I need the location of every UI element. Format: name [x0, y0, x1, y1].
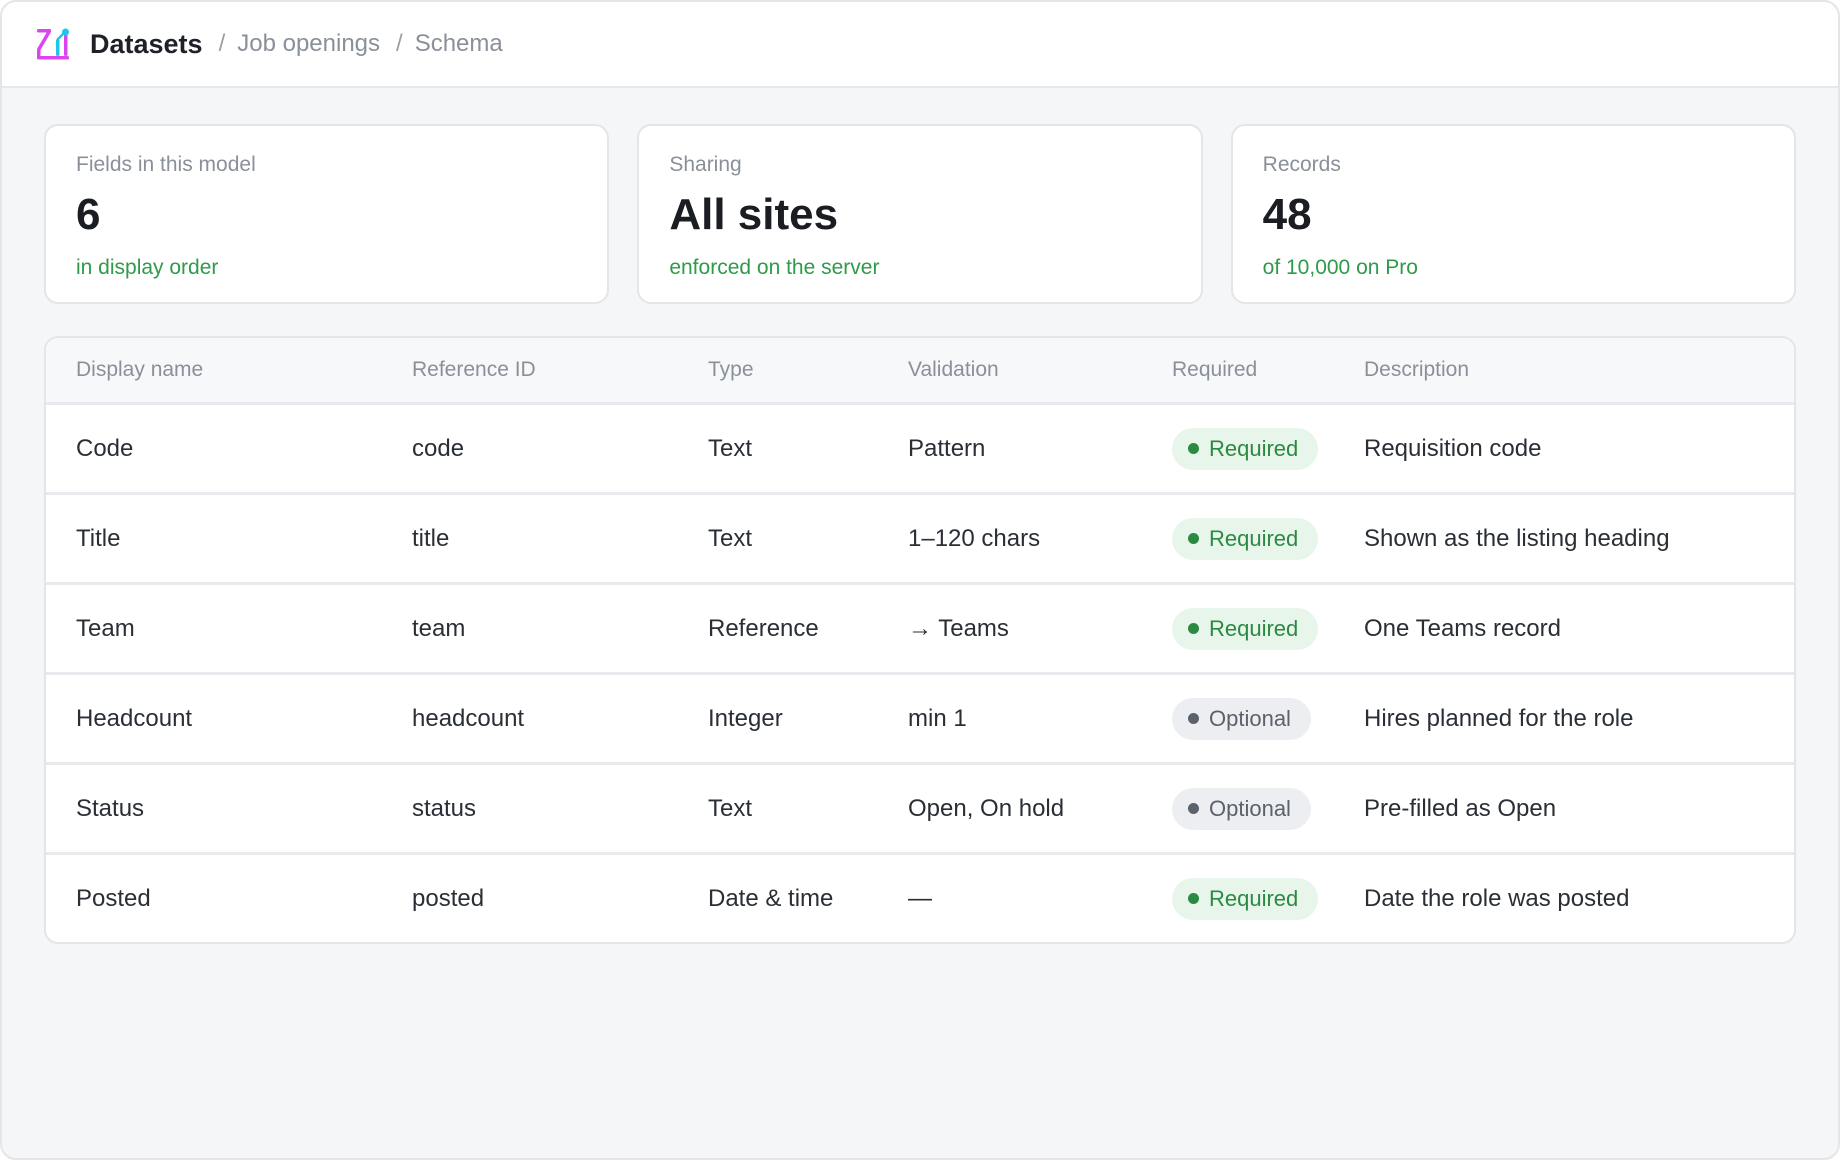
field-validation: Open, On hold: [908, 794, 1065, 822]
main-content: Fields in this model 6 in display order …: [2, 88, 1838, 944]
field-description: One Teams record: [1364, 614, 1561, 642]
table-body: Code code Text Pattern Required Requisition c…: [46, 402, 1794, 942]
required-status-label: Required: [1209, 885, 1299, 911]
required-status-badge: Required: [1172, 607, 1319, 650]
top-bar: Datasets / Job openings / Schema: [2, 2, 1838, 88]
stat-value: 48: [1262, 190, 1312, 239]
column-header-reference-id: Reference ID: [412, 358, 536, 381]
stat-label: Records: [1262, 153, 1341, 176]
stat-card-records: Records 48 of 10,000 on Pro: [1230, 124, 1796, 304]
field-display-name: Code: [76, 434, 134, 462]
status-dot-icon: [1188, 713, 1199, 724]
field-type: Text: [708, 794, 753, 822]
field-reference-id: title: [412, 524, 450, 552]
field-type: Integer: [708, 704, 783, 732]
required-status-badge: Required: [1172, 877, 1319, 920]
field-required: Required: [1142, 427, 1334, 470]
breadcrumb-schema: Schema: [414, 30, 503, 57]
column-header-validation: Validation: [908, 358, 999, 381]
breadcrumb-separator: /: [218, 30, 226, 57]
table-header-row: Display name Reference ID Type Validatio…: [46, 338, 1794, 402]
datasets-logo-icon: [37, 28, 69, 60]
stat-value: All sites: [669, 190, 839, 239]
field-reference-id: headcount: [412, 704, 525, 732]
status-dot-icon: [1188, 533, 1199, 544]
breadcrumb-job-openings[interactable]: Job openings: [237, 30, 380, 58]
field-description: Pre-filled as Open: [1364, 794, 1557, 822]
field-reference-id: code: [412, 434, 465, 462]
field-reference-id: team: [412, 614, 466, 642]
required-status-label: Required: [1209, 525, 1299, 551]
required-status-badge: Optional: [1172, 697, 1311, 740]
required-status-badge: Required: [1172, 427, 1319, 470]
status-dot-icon: [1188, 623, 1199, 634]
field-required: Required: [1142, 607, 1334, 650]
column-header-display-name: Display name: [76, 358, 204, 381]
field-display-name: Headcount: [76, 704, 193, 732]
required-status-badge: Optional: [1172, 787, 1311, 830]
breadcrumb-separator: /: [396, 30, 403, 57]
stat-label: Sharing: [669, 153, 742, 176]
field-display-name: Team: [76, 614, 135, 642]
stat-note: in display order: [76, 256, 219, 279]
required-status-badge: Required: [1172, 517, 1319, 560]
field-validation: → Teams: [908, 614, 1009, 642]
field-description: Date the role was posted: [1364, 884, 1630, 912]
table-row[interactable]: Headcount headcount Integer min 1 Optional Hi…: [46, 672, 1794, 762]
field-description: Shown as the listing heading: [1364, 524, 1670, 552]
stat-label: Fields in this model: [76, 153, 256, 176]
required-status-label: Required: [1209, 435, 1299, 461]
field-validation: 1–120 chars: [908, 524, 1041, 552]
table-row[interactable]: Status status Text Open, On hold Optional Pre…: [46, 762, 1794, 852]
field-display-name: Posted: [76, 884, 151, 912]
field-type: Text: [708, 434, 753, 462]
app-title[interactable]: Datasets: [90, 29, 203, 60]
required-status-label: Optional: [1209, 705, 1291, 731]
field-validation: —: [908, 884, 932, 912]
required-status-label: Required: [1209, 615, 1299, 641]
table-row[interactable]: Code code Text Pattern Required Requisition c…: [46, 402, 1794, 492]
field-type: Reference: [708, 614, 819, 642]
field-required: Optional: [1142, 697, 1334, 740]
status-dot-icon: [1188, 443, 1199, 454]
column-header-type: Type: [708, 358, 754, 381]
field-required: Optional: [1142, 787, 1334, 830]
field-validation: min 1: [908, 704, 967, 732]
field-description: Requisition code: [1364, 434, 1542, 462]
table-row[interactable]: Team team Reference → Teams Required One Team…: [46, 582, 1794, 672]
stat-note: of 10,000 on Pro: [1262, 256, 1418, 279]
table-row[interactable]: Posted posted Date & time — Required Date the…: [46, 852, 1794, 942]
stat-card-sharing: Sharing All sites enforced on the server: [637, 124, 1203, 304]
column-header-description: Description: [1364, 358, 1470, 381]
field-required: Required: [1142, 877, 1334, 920]
field-display-name: Status: [76, 794, 145, 822]
field-reference-id: posted: [412, 884, 485, 912]
field-validation: Pattern: [908, 434, 986, 462]
field-type: Text: [708, 524, 753, 552]
field-type: Date & time: [708, 884, 834, 912]
table-row[interactable]: Title title Text 1–120 chars Required Shown a…: [46, 492, 1794, 582]
stat-value: 6: [76, 190, 101, 239]
field-reference-id: status: [412, 794, 477, 822]
schema-table: Display name Reference ID Type Validatio…: [44, 336, 1796, 944]
app-window: Datasets / Job openings / Schema Fields …: [0, 0, 1840, 1160]
required-status-label: Optional: [1209, 795, 1291, 821]
field-description: Hires planned for the role: [1364, 704, 1634, 732]
column-header-required: Required: [1172, 358, 1258, 381]
field-display-name: Title: [76, 524, 121, 552]
status-dot-icon: [1188, 893, 1199, 904]
stat-note: enforced on the server: [669, 256, 880, 279]
status-dot-icon: [1188, 803, 1199, 814]
stat-card-fields: Fields in this model 6 in display order: [44, 124, 610, 304]
field-required: Required: [1142, 517, 1334, 560]
stats-cards: Fields in this model 6 in display order …: [44, 124, 1796, 304]
